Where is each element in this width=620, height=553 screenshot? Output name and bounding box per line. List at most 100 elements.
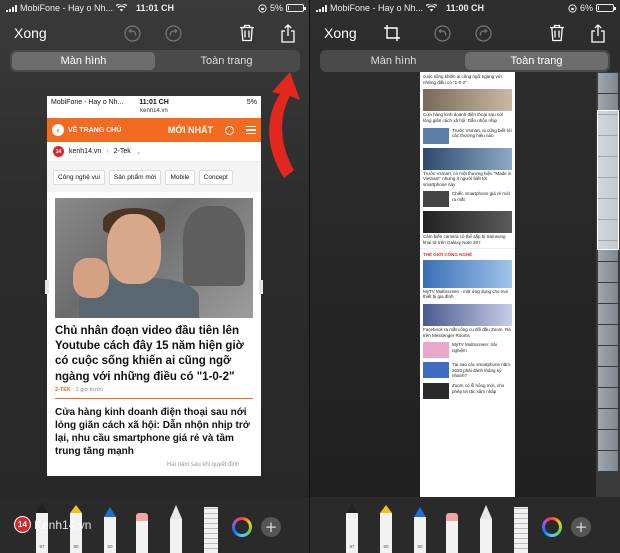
eraser-icon[interactable] (446, 513, 458, 553)
preview-status-bar: MobiFone - Hay o Nh... 11:01 CH 5% (47, 96, 261, 108)
crop-handle-right[interactable] (259, 280, 263, 294)
preview-clock: 11:01 CH (139, 98, 169, 106)
person-face-shape (107, 214, 161, 284)
ruler-icon[interactable] (204, 507, 218, 553)
preview-category-chips: Công nghệ vui Sản phẩm mới Mobile Concep… (47, 162, 261, 192)
kenh14-watermark: 14 Kenh14.vn (14, 516, 91, 533)
list-item: Cảm biến camera có thể sắp bị Samsung kh… (420, 209, 515, 247)
kenh14-logo-icon: 14 (53, 146, 64, 157)
lasso-icon[interactable] (480, 505, 492, 553)
article-thumbnail (423, 89, 512, 112)
done-button[interactable]: Xong (14, 25, 47, 41)
marker-icon[interactable]: 80 (380, 505, 392, 553)
capture-mode-segmented-control: Màn hình Toàn trang (10, 50, 300, 72)
pen-icon[interactable]: 97 (346, 503, 358, 553)
back-arrow-icon: ‹ (52, 124, 64, 136)
screenshot-editor-screen-mode: MobiFone - Hay o Nh... 11:01 CH 5% Xong … (0, 0, 310, 553)
list-item-text: Zoom có lỗ hổng mới, cho phép tin tặc xâ… (452, 383, 505, 394)
carrier-group: MobiFone - Hay o Nh... (316, 3, 438, 13)
undo-icon[interactable] (122, 23, 142, 43)
battery-percent: 6% (579, 3, 593, 13)
list-item: cuộc sống khiến ai cũng ngỡ ngàng với nh… (420, 72, 515, 87)
screenshot-editor-full-page-mode: MobiFone - Hay o Nh... 11:00 CH 6% Xong … (310, 0, 620, 553)
add-icon[interactable]: + (261, 517, 281, 537)
thumbnail-viewport-indicator[interactable] (597, 110, 619, 250)
signal-icon (316, 4, 327, 12)
screenshot-preview[interactable]: MobiFone - Hay o Nh... 11:01 CH 5% kenh1… (47, 96, 261, 476)
chip: Sản phẩm mới (108, 169, 162, 185)
tab-screen[interactable]: Màn hình (12, 52, 155, 70)
clock: 11:01 CH (135, 3, 175, 13)
list-item: Cửa hàng kinh doanh điện thoại sau nới l… (420, 87, 515, 125)
list-item: Zoom có lỗ hổng mới, cho phép tin tặc xâ… (420, 381, 515, 401)
chip: Mobile (165, 169, 195, 185)
orientation-lock-icon (568, 3, 577, 13)
share-icon[interactable] (278, 23, 298, 43)
watermark-text: Kenh14.vn (34, 517, 92, 532)
crop-handle-left[interactable] (45, 280, 49, 294)
top-toolbar: Xong (0, 18, 310, 48)
article-thumbnail (423, 383, 449, 399)
battery-icon (286, 4, 306, 12)
battery-icon (596, 4, 616, 12)
article-thumbnail (423, 342, 449, 359)
breadcrumb-separator: › (106, 148, 109, 155)
carrier-name: MobiFone - Hay o Nh... (330, 3, 424, 13)
done-button[interactable]: Xong (324, 25, 357, 41)
status-right: 6% (568, 3, 616, 13)
watermark-logo: 14 (14, 516, 31, 533)
share-icon[interactable] (588, 23, 608, 43)
tab-full-page[interactable]: Toàn trang (465, 52, 608, 70)
color-wheel-icon[interactable] (542, 517, 562, 537)
capture-mode-segmented-control: Màn hình Toàn trang (320, 50, 610, 72)
elephant-shape (183, 206, 245, 286)
article-time: · 2 giờ trước (72, 386, 104, 393)
article-thumbnail (423, 303, 512, 326)
lasso-icon[interactable] (170, 505, 182, 553)
divider (55, 397, 253, 400)
preview-site-name: kenh14.vn (69, 148, 102, 155)
top-toolbar: Xong (310, 18, 620, 48)
preview-carrier: MobiFone - Hay o Nh... (51, 98, 124, 106)
preview-section-name: 2-Tek (113, 148, 131, 155)
add-icon[interactable]: + (571, 517, 591, 537)
chevron-down-icon: ⌄ (135, 148, 142, 156)
redo-icon[interactable] (163, 23, 183, 43)
article-thumbnail (423, 191, 449, 208)
ruler-icon[interactable] (514, 507, 528, 553)
trash-icon[interactable] (237, 23, 257, 43)
preview-home-link: VỀ TRANG CHỦ (68, 126, 122, 134)
pencil-icon[interactable]: 50 (104, 507, 116, 553)
trash-icon[interactable] (547, 23, 567, 43)
list-item: MyTV Multiscreen - một ứng dụng cho mọi … (420, 258, 515, 302)
status-right: 5% (258, 3, 306, 13)
pencil-icon[interactable]: 50 (414, 507, 426, 553)
article-thumbnail (423, 259, 512, 288)
section-title: THẾ GIỚI CÔNG NGHỆ (420, 247, 515, 258)
chip: Công nghệ vui (53, 169, 105, 185)
preview-url: kenh14.vn (47, 108, 261, 118)
status-bar: MobiFone - Hay o Nh... 11:00 CH 6% (310, 0, 620, 16)
list-item: MyTV Multiscreen: trải nghiệm (420, 340, 515, 360)
full-page-preview[interactable]: cuộc sống khiến ai cũng ngỡ ngàng với nh… (420, 72, 515, 498)
list-item-text: Facebook ra mắt công cụ đối đầu Zoom. Rà… (423, 326, 511, 338)
undo-icon[interactable] (432, 23, 452, 43)
orientation-lock-icon (258, 3, 267, 13)
tab-full-page[interactable]: Toàn trang (155, 52, 298, 70)
preview-site-header: ‹ VỀ TRANG CHỦ MỚI NHẤT (47, 118, 261, 142)
user-icon (225, 125, 234, 135)
list-item-text: Chiếc smartphone giá rẻ mới ra mắt (452, 191, 510, 202)
redo-icon[interactable] (473, 23, 493, 43)
preview-breadcrumb: 14 kenh14.vn › 2-Tek ⌄ (47, 142, 261, 162)
color-wheel-icon[interactable] (232, 517, 252, 537)
eraser-icon[interactable] (136, 513, 148, 553)
crop-icon[interactable] (382, 23, 402, 43)
clock: 11:00 CH (445, 3, 485, 13)
third-article-snippet: Hai nǎm sau khi quyết định (167, 462, 240, 469)
list-item-text: MyTV Multiscreen: trải nghiệm (452, 342, 497, 353)
second-article-headline: Cửa hàng kinh doanh điện thoại sau nới l… (55, 407, 250, 458)
signal-icon (6, 4, 17, 12)
tab-screen[interactable]: Màn hình (322, 52, 465, 70)
list-item-text: MyTV Multiscreen - một ứng dụng cho mọi … (423, 288, 509, 300)
wifi-icon (116, 4, 128, 12)
